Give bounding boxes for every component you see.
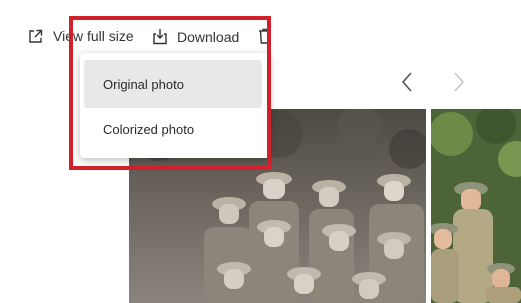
chevron-left-icon (400, 72, 414, 98)
menu-item-colorized-photo[interactable]: Colorized photo (84, 105, 262, 153)
view-full-size-label: View full size (53, 28, 134, 44)
colorized-photo[interactable] (431, 109, 521, 303)
external-link-icon (28, 29, 43, 44)
menu-item-original-photo[interactable]: Original photo (84, 60, 262, 108)
download-icon (152, 28, 168, 45)
view-full-size-button[interactable]: View full size (28, 28, 134, 44)
next-photo-button[interactable] (452, 70, 466, 99)
chevron-right-icon (452, 72, 466, 98)
trash-icon (258, 28, 272, 44)
download-button[interactable]: Download (152, 28, 239, 45)
previous-photo-button[interactable] (400, 70, 414, 99)
menu-item-label: Original photo (103, 76, 184, 92)
download-dropdown-menu: Original photo Colorized photo (80, 53, 270, 158)
delete-button[interactable] (258, 28, 272, 44)
download-label: Download (177, 28, 240, 45)
menu-item-label: Colorized photo (103, 121, 195, 137)
colorized-photo-image (431, 109, 521, 303)
